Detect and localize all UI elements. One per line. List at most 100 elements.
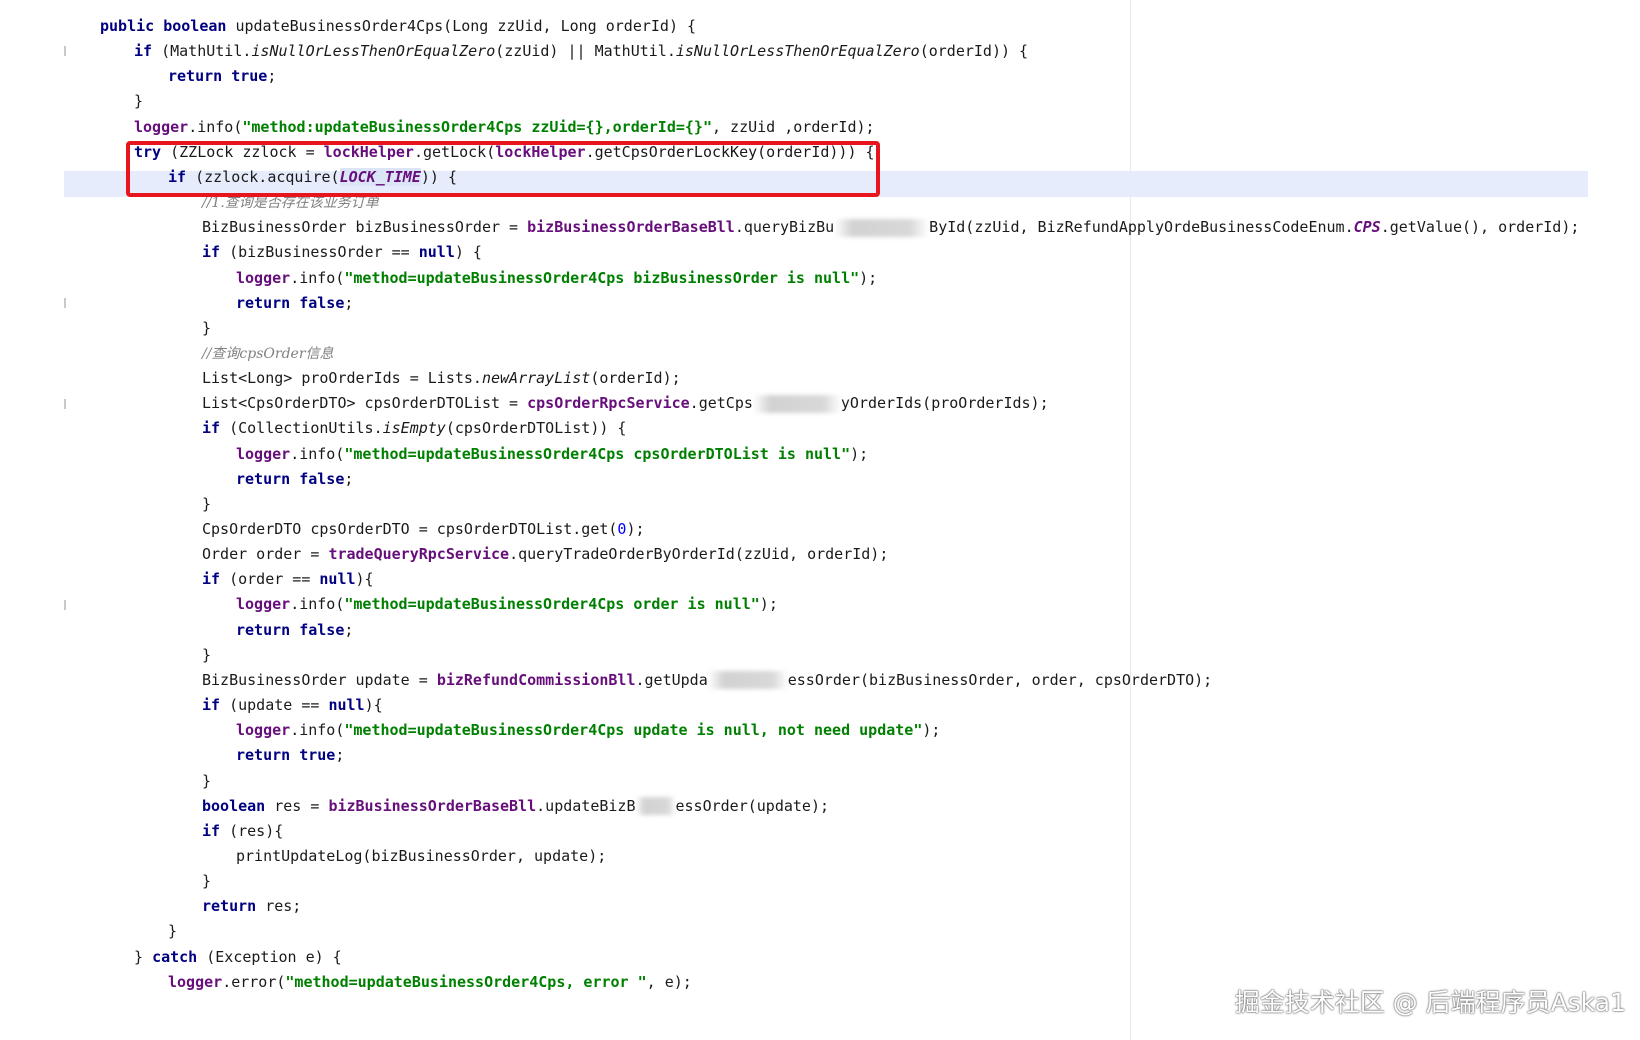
code-token: , e); [646,972,692,991]
code-token: (Exception e) { [206,947,342,966]
code-token: return [202,897,266,916]
code-token: .getUpda [635,670,708,689]
code-line[interactable]: } [202,642,211,668]
code-token: printUpdateLog(bizBusinessOrder, update)… [236,846,607,865]
code-line[interactable]: } [202,315,211,341]
code-line[interactable]: printUpdateLog(bizBusinessOrder, update)… [236,843,606,869]
fold-marker[interactable] [64,46,66,56]
code-token: .error( [222,972,286,991]
code-line[interactable]: logger.info("method=updateBusinessOrder4… [236,441,868,467]
code-line[interactable]: logger.info("method=updateBusinessOrder4… [236,265,877,291]
code-token: isEmpty [382,419,446,438]
code-line[interactable]: return false; [236,466,353,492]
code-token: , zzUid ,orderId); [711,117,875,136]
code-line[interactable]: } [202,768,211,794]
code-line[interactable]: boolean res = bizBusinessOrderBaseBll.up… [202,793,829,819]
code-token: .info( [188,117,243,136]
code-editor[interactable]: public boolean updateBusinessOrder4Cps(L… [0,0,1640,1040]
code-token: } [134,947,153,966]
code-line[interactable]: Order order = tradeQueryRpcService.query… [202,541,888,567]
code-token: logger [236,721,291,740]
code-line[interactable]: if (order == null){ [202,566,374,592]
code-token: bizRefundCommissionBll [436,670,636,689]
code-token: newArrayList [481,369,591,388]
code-line[interactable]: logger.error("method=updateBusinessOrder… [168,969,692,995]
code-line[interactable]: if (update == null){ [202,692,383,718]
code-token: .getCps [689,394,753,413]
code-token: (orderId); [590,369,681,388]
code-token: return [236,620,300,639]
code-token: ); [922,721,941,740]
code-token: false [299,293,345,312]
code-token: false [299,469,345,488]
code-token: cpsOrderRpcService [527,394,690,413]
code-token: logger [134,117,189,136]
code-line[interactable]: if (MathUtil.isNullOrLessThenOrEqualZero… [134,38,1028,64]
code-line[interactable]: return false; [236,617,353,643]
fold-marker[interactable] [64,298,66,308]
code-token: (order == [229,570,320,589]
code-line[interactable]: logger.info("method:updateBusinessOrder4… [134,114,875,140]
code-line[interactable]: if (bizBusinessOrder == null) { [202,239,482,265]
code-token: boolean [163,17,236,35]
code-line[interactable]: logger.info("method=updateBusinessOrder4… [236,717,940,743]
code-line[interactable]: List<Long> proOrderIds = Lists.newArrayL… [202,365,681,391]
code-token: null [418,243,455,262]
code-line[interactable]: } [134,88,143,114]
code-token: "method=updateBusinessOrder4Cps order is… [344,595,760,614]
code-line[interactable]: return true; [168,63,276,89]
code-token: ); [850,444,869,463]
fold-marker[interactable] [64,600,66,610]
code-line[interactable]: } [202,868,211,894]
code-token: if [202,570,230,589]
code-token: .info( [290,721,345,740]
code-token: logger [236,268,291,287]
code-line[interactable]: return true; [236,742,344,768]
code-token: catch [152,947,207,966]
code-line[interactable]: BizBusinessOrder bizBusinessOrder = bizB… [202,214,1579,240]
code-line[interactable]: if (CollectionUtils.isEmpty(cpsOrderDTOL… [202,415,626,441]
code-line[interactable]: return false; [236,290,353,316]
code-token: ); [759,595,778,614]
code-line[interactable]: } [202,491,211,517]
code-token: "method=updateBusinessOrder4Cps cpsOrder… [344,444,851,463]
code-line[interactable]: if (res){ [202,818,283,844]
code-token: List<CpsOrderDTO> cpsOrderDTOList = [202,394,528,413]
redacted-text [834,218,930,237]
code-line[interactable]: //查询cpsOrder信息 [202,340,334,366]
code-token: logger [236,444,291,463]
code-token: res; [265,897,302,916]
code-token: ; [344,469,354,488]
code-token: yOrderIds(proOrderIds); [840,394,1049,413]
watermark: 掘金技术社区 @ 后端程序员Aska1 [1234,988,1626,1017]
code-token: null [319,570,356,589]
code-line[interactable]: } catch (Exception e) { [134,944,342,970]
code-token: ById(zzUid, BizRefundApplyOrdeBusinessCo… [929,218,1354,237]
code-line[interactable]: logger.info("method=updateBusinessOrder4… [236,591,778,617]
code-token: if [202,243,230,262]
code-line[interactable]: return res; [202,893,301,919]
code-line[interactable]: public boolean updateBusinessOrder4Cps(L… [100,13,696,39]
code-token: } [202,645,212,664]
code-token: false [299,620,345,639]
code-line[interactable]: BizBusinessOrder update = bizRefundCommi… [202,667,1212,693]
code-token: essOrder(update); [675,796,830,815]
code-token: ); [626,520,645,538]
code-token: (CollectionUtils. [229,419,383,438]
code-token: BizBusinessOrder bizBusinessOrder = [202,218,528,237]
right-margin-guide [1130,0,1131,1040]
code-token: (MathUtil. [161,42,252,61]
editor-gutter[interactable] [0,0,70,1040]
code-token: boolean [202,796,275,815]
code-token: return [236,469,300,488]
code-token: "method=updateBusinessOrder4Cps update i… [344,721,923,740]
code-token: essOrder(bizBusinessOrder, order, cpsOrd… [787,670,1213,689]
code-token: logger [236,595,291,614]
code-line[interactable]: CpsOrderDTO cpsOrderDTO = cpsOrderDTOLis… [202,516,645,542]
code-line[interactable]: List<CpsOrderDTO> cpsOrderDTOList = cpsO… [202,390,1049,416]
code-token: "method=updateBusinessOrder4Cps, error " [285,972,647,991]
code-line[interactable]: } [168,918,177,944]
code-token: true [231,67,268,86]
fold-marker[interactable] [64,399,66,409]
redacted-text [752,394,841,413]
